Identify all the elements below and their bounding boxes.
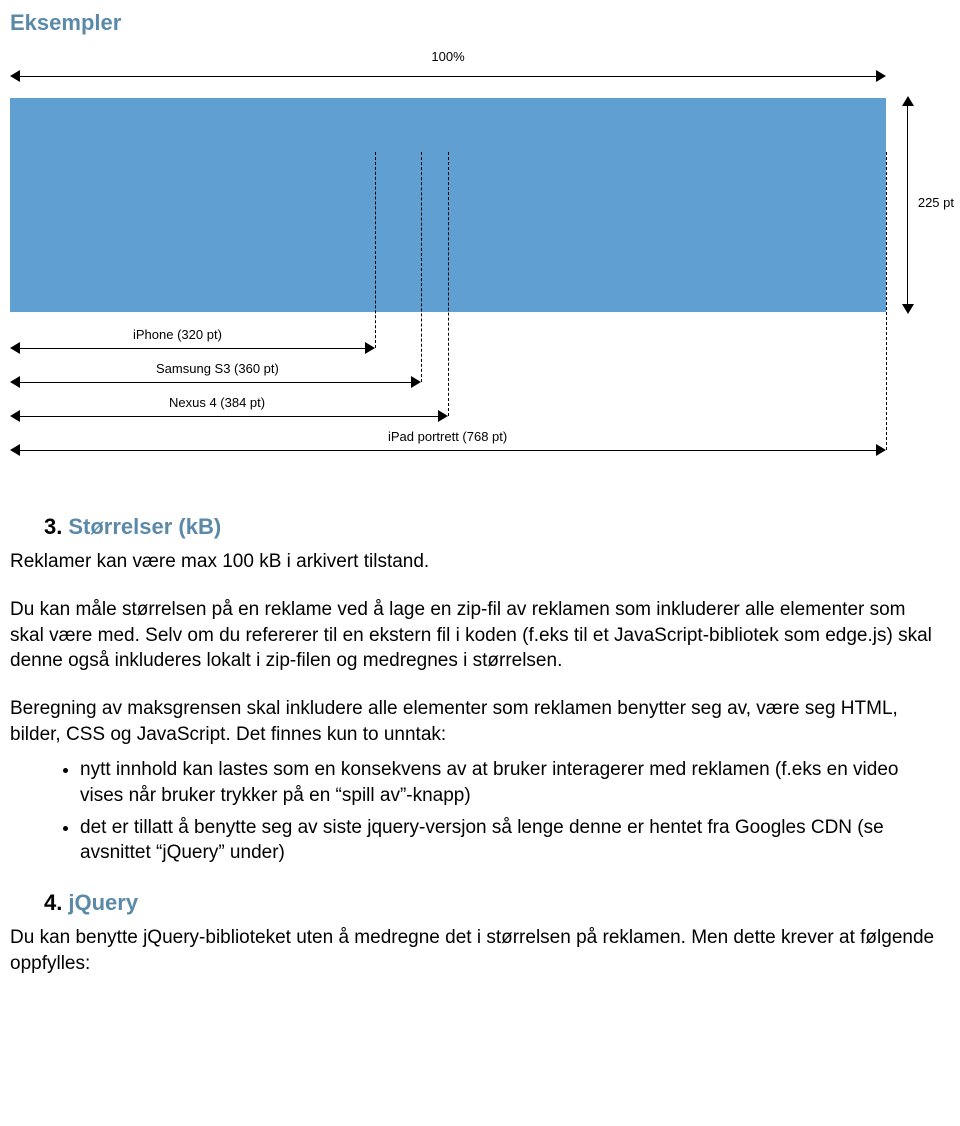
- list-item: nytt innhold kan lastes som en konsekven…: [80, 757, 940, 808]
- section-4-para-1: Du kan benytte jQuery-biblioteket uten å…: [10, 925, 940, 976]
- heading-examples: Eksempler: [10, 8, 950, 38]
- responsive-diagram: 100% 225 pt iPhone (320 pt)Samsung S3 (3…: [10, 52, 950, 472]
- device-width-row: iPhone (320 pt): [10, 326, 375, 354]
- section-3-number: 3.: [44, 514, 62, 539]
- section-3-bullets: nytt innhold kan lastes som en konsekven…: [80, 757, 940, 866]
- device-width-label: Nexus 4 (384 pt): [169, 394, 265, 412]
- device-width-row: Samsung S3 (360 pt): [10, 360, 421, 388]
- arrow-right-icon: [365, 342, 375, 354]
- section-4-number: 4.: [44, 890, 62, 915]
- device-width-row: iPad portrett (768 pt): [10, 428, 886, 456]
- section-3-para-3: Beregning av maksgrensen skal inkludere …: [10, 696, 940, 747]
- width-guide: [375, 152, 376, 348]
- section-3-para-1: Reklamer kan være max 100 kB i arkivert …: [10, 549, 940, 575]
- width-guide: [886, 152, 887, 450]
- device-width-label: iPad portrett (768 pt): [388, 428, 507, 446]
- section-3-title: 3.Størrelser (kB): [44, 512, 950, 542]
- height-arrow: [907, 98, 908, 312]
- section-3-para-2: Du kan måle størrelsen på en reklame ved…: [10, 597, 940, 674]
- width-100-label: 100%: [431, 48, 464, 66]
- width-guide: [421, 152, 422, 382]
- arrow-left-icon: [10, 410, 20, 422]
- arrow-left-icon: [10, 70, 20, 82]
- device-width-label: iPhone (320 pt): [133, 326, 222, 344]
- device-width-label: Samsung S3 (360 pt): [156, 360, 279, 378]
- list-item: det er tillatt å benytte seg av siste jq…: [80, 815, 940, 866]
- arrow-right-icon: [438, 410, 448, 422]
- device-width-row: Nexus 4 (384 pt): [10, 394, 448, 422]
- width-guide: [448, 152, 449, 416]
- section-4-title-text: jQuery: [68, 890, 138, 915]
- arrow-right-icon: [411, 376, 421, 388]
- section-4-title: 4.jQuery: [44, 888, 950, 918]
- height-label: 225 pt: [918, 194, 954, 212]
- arrow-left-icon: [10, 376, 20, 388]
- width-100-arrow: 100%: [10, 66, 886, 86]
- section-3-title-text: Størrelser (kB): [68, 514, 221, 539]
- arrow-right-icon: [876, 70, 886, 82]
- arrow-left-icon: [10, 342, 20, 354]
- arrow-left-icon: [10, 444, 20, 456]
- arrow-right-icon: [876, 444, 886, 456]
